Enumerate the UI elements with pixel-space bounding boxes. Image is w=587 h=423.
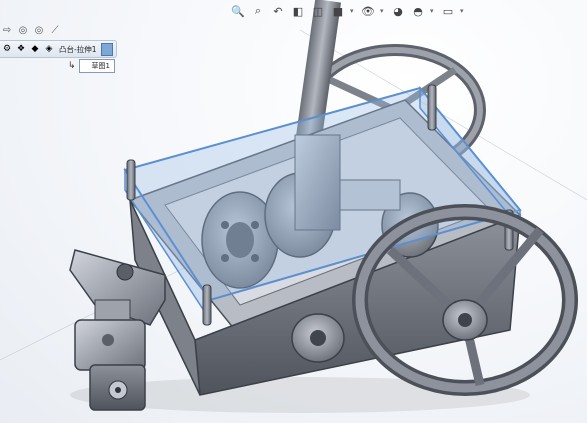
- breadcrumb-feature-label[interactable]: 凸台-拉伸1: [56, 44, 99, 55]
- view-settings-icon[interactable]: ▭: [440, 3, 456, 19]
- target-alt-icon[interactable]: ◎: [32, 23, 46, 37]
- sketch-label[interactable]: 草图1: [78, 59, 116, 73]
- section-view-icon[interactable]: ◧: [290, 3, 306, 19]
- pointer-icon[interactable]: ⇨: [0, 23, 14, 37]
- component-icon[interactable]: ◈: [42, 42, 56, 56]
- chevron-down-icon[interactable]: ▾: [350, 7, 356, 15]
- hide-show-items-icon[interactable]: 👁: [360, 3, 376, 19]
- target-icon[interactable]: ◎: [16, 23, 30, 37]
- sketch-tag[interactable]: ↳ 草图1: [68, 59, 116, 73]
- sketch-arrow-icon: ↳: [68, 61, 76, 71]
- view-orientation-icon[interactable]: ◫: [310, 3, 326, 19]
- breadcrumb-end-marker: [101, 42, 114, 56]
- zoom-to-fit-icon[interactable]: 🔍: [230, 3, 246, 19]
- part-icon[interactable]: ◆: [28, 42, 42, 56]
- apply-scene-icon[interactable]: ◓: [410, 3, 426, 19]
- previous-view-icon[interactable]: ↶: [270, 3, 286, 19]
- chevron-down-icon[interactable]: ▾: [430, 7, 436, 15]
- smart-dimension-icon[interactable]: ⟋: [48, 23, 62, 37]
- edit-appearance-icon[interactable]: ◕: [390, 3, 406, 19]
- breadcrumb: ⚙ ❖ ◆ ◈ 凸台-拉伸1: [0, 40, 118, 58]
- side-bearing-boss[interactable]: [291, 313, 345, 363]
- chevron-down-icon[interactable]: ▾: [380, 7, 386, 15]
- feature-manager-tabs: ⇨ ◎ ◎ ⟋: [0, 22, 62, 38]
- zoom-to-area-icon[interactable]: ⌕: [250, 3, 266, 19]
- heads-up-view-toolbar: 🔍 ⌕ ↶ ◧ ◫ ■ ▾ 👁 ▾ ◕ ◓ ▾ ▭ ▾: [230, 2, 466, 20]
- assembly-icon[interactable]: ❖: [14, 42, 28, 56]
- graphics-viewport[interactable]: 🔍 ⌕ ↶ ◧ ◫ ■ ▾ 👁 ▾ ◕ ◓ ▾ ▭ ▾ ⇨ ◎ ◎ ⟋ ⚙ ❖ …: [0, 0, 587, 423]
- chevron-down-icon[interactable]: ▾: [460, 7, 466, 15]
- gear-icon[interactable]: ⚙: [0, 42, 14, 56]
- display-style-icon[interactable]: ■: [330, 3, 346, 19]
